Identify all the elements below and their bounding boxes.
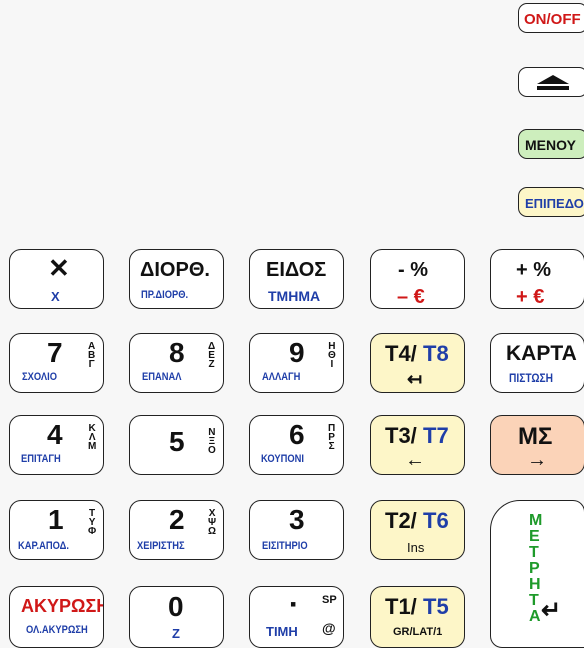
key-1-letters: Τ Υ Φ — [88, 508, 97, 537]
t3-t7-button[interactable]: T3/ T7 ← — [370, 415, 465, 475]
t6-label: T6 — [423, 508, 449, 533]
t1-t5-button[interactable]: T1/ T5 GR/LAT/1 — [370, 586, 465, 648]
key-9-letters: Η Θ Ι — [328, 341, 336, 370]
key-5-digit: 5 — [169, 426, 185, 457]
discount-percent-label: - % — [398, 259, 428, 281]
key-4-letters: Κ Λ Μ — [88, 423, 97, 452]
multiply-sub-label: X — [51, 289, 60, 304]
full-cancel-label: ΟΛ.ΑΚΥΡΩΣΗ — [26, 624, 88, 636]
surcharge-euro-label: + € — [516, 286, 545, 308]
key-6-button[interactable]: 6 Π Ρ Σ ΚΟΥΠΟΝΙ — [249, 415, 344, 475]
prev-correction-label: ΠΡ.ΔΙΟΡΘ. — [141, 289, 189, 301]
double-up-arrow-icon — [537, 75, 569, 90]
menu-label: ΜΕΝΟΥ — [525, 137, 576, 153]
key-7-digit: 7 — [47, 337, 63, 368]
credit-label: ΠΙΣΤΩΣΗ — [509, 371, 554, 385]
scroll-up-button[interactable] — [518, 67, 584, 97]
discount-button[interactable]: - % – € — [370, 249, 465, 309]
cash-total-button[interactable]: Μ Ε Τ Ρ Η Τ Α ↵ — [490, 500, 584, 648]
sp-label: SP — [322, 594, 337, 606]
t5-label: T5 — [423, 594, 449, 619]
key-2-digit: 2 — [169, 504, 185, 535]
card-refund-label: ΚΑΡ.ΑΠΟΔ. — [18, 540, 69, 552]
coupon-label: ΚΟΥΠΟΝΙ — [261, 453, 304, 465]
key-6-digit: 6 — [289, 419, 305, 450]
t3-label: T3/ — [385, 423, 417, 448]
subtotal-button[interactable]: ΜΣ → — [490, 415, 584, 475]
key-1-digit: 1 — [48, 504, 64, 535]
t4-label: T4/ — [385, 341, 417, 366]
key-0-button[interactable]: 0 Z — [129, 586, 224, 648]
ticket-label: ΕΙΣΙΤΗΡΙΟ — [262, 540, 308, 552]
key-7-button[interactable]: 7 Α Β Γ ΣΧΟΛΙΟ — [9, 333, 104, 393]
t2-label: T2/ — [385, 508, 417, 533]
at-icon: @ — [322, 620, 336, 636]
key-5-button[interactable]: 5 Ν Ξ Ο — [129, 415, 224, 475]
dot-icon: ▪ — [290, 594, 297, 614]
key-7-letters: Α Β Γ — [88, 341, 96, 370]
key-5-letters: Ν Ξ Ο — [208, 427, 216, 456]
card-label: ΚΑΡΤΑ — [506, 342, 577, 365]
key-0-digit: 0 — [168, 591, 184, 622]
arrow-left-icon: ← — [405, 449, 425, 471]
subtotal-label: ΜΣ — [518, 423, 553, 450]
card-button[interactable]: ΚΑΡΤΑ ΠΙΣΤΩΣΗ — [490, 333, 584, 393]
discount-euro-label: – € — [397, 286, 425, 308]
key-8-button[interactable]: 8 Δ Ε Ζ ΕΠΑΝΑΛ — [129, 333, 224, 393]
department-label: ΤΜΗΜΑ — [268, 288, 321, 304]
key-6-letters: Π Ρ Σ — [328, 423, 336, 452]
multiply-button[interactable]: ✕ X — [9, 249, 104, 309]
key-8-digit: 8 — [169, 337, 185, 368]
cancel-button[interactable]: ΑΚΥΡΩΣΗ ΟΛ.ΑΚΥΡΩΣΗ — [9, 586, 104, 648]
t1-label: T1/ — [385, 594, 417, 619]
key-9-digit: 9 — [289, 337, 305, 368]
operator-label: ΧΕΙΡΙΣΤΗΣ — [137, 540, 185, 552]
z-label: Z — [172, 626, 180, 641]
insert-label: Ins — [407, 540, 425, 555]
surcharge-percent-label: + % — [516, 259, 552, 281]
comment-label: ΣΧΟΛΙΟ — [22, 371, 57, 383]
repeat-label: ΕΠΑΝΑΛ — [142, 371, 182, 383]
gr-lat-label: GR/LAT/1 — [393, 626, 443, 638]
key-3-button[interactable]: 3 ΕΙΣΙΤΗΡΙΟ — [249, 500, 344, 560]
item-label: ΕΙΔΟΣ — [266, 259, 327, 281]
level-label: ΕΠΙΠΕΔΟ — [525, 196, 584, 211]
multiply-icon: ✕ — [48, 253, 70, 283]
key-3-digit: 3 — [289, 504, 305, 535]
dot-button[interactable]: ▪ SP @ ΤΙΜΗ — [249, 586, 344, 648]
menu-button[interactable]: ΜΕΝΟΥ — [518, 129, 584, 159]
t2-t6-button[interactable]: T2/ T6 Ins — [370, 500, 465, 560]
key-4-digit: 4 — [47, 419, 63, 450]
cancel-label: ΑΚΥΡΩΣΗ — [21, 596, 104, 616]
enter-icon: ↵ — [541, 597, 562, 624]
on-off-button[interactable]: ON/OFF — [518, 3, 584, 33]
price-label: ΤΙΜΗ — [266, 624, 298, 639]
key-9-button[interactable]: 9 Η Θ Ι ΑΛΛΑΓΗ — [249, 333, 344, 393]
t4-t8-button[interactable]: T4/ T8 ↤ — [370, 333, 465, 393]
correction-button[interactable]: ΔΙΟΡΘ. ΠΡ.ΔΙΟΡΘ. — [129, 249, 224, 309]
key-1-button[interactable]: 1 Τ Υ Φ ΚΑΡ.ΑΠΟΔ. — [9, 500, 104, 560]
change-label: ΑΛΛΑΓΗ — [262, 371, 301, 383]
t7-label: T7 — [423, 423, 449, 448]
tab-left-icon: ↤ — [407, 369, 423, 389]
level-button[interactable]: ΕΠΙΠΕΔΟ — [518, 187, 584, 217]
surcharge-button[interactable]: + % + € — [490, 249, 584, 309]
t8-label: T8 — [423, 341, 449, 366]
arrow-right-icon: → — [527, 449, 547, 471]
on-off-label: ON/OFF — [524, 11, 581, 28]
key-4-button[interactable]: 4 Κ Λ Μ ΕΠΙΤΑΓΗ — [9, 415, 104, 475]
key-8-letters: Δ Ε Ζ — [208, 341, 216, 370]
item-button[interactable]: ΕΙΔΟΣ ΤΜΗΜΑ — [249, 249, 344, 309]
key-2-letters: Χ Ψ Ω — [208, 508, 217, 537]
cheque-label: ΕΠΙΤΑΓΗ — [21, 453, 61, 465]
key-2-button[interactable]: 2 Χ Ψ Ω ΧΕΙΡΙΣΤΗΣ — [129, 500, 224, 560]
correction-label: ΔΙΟΡΘ. — [140, 259, 210, 281]
